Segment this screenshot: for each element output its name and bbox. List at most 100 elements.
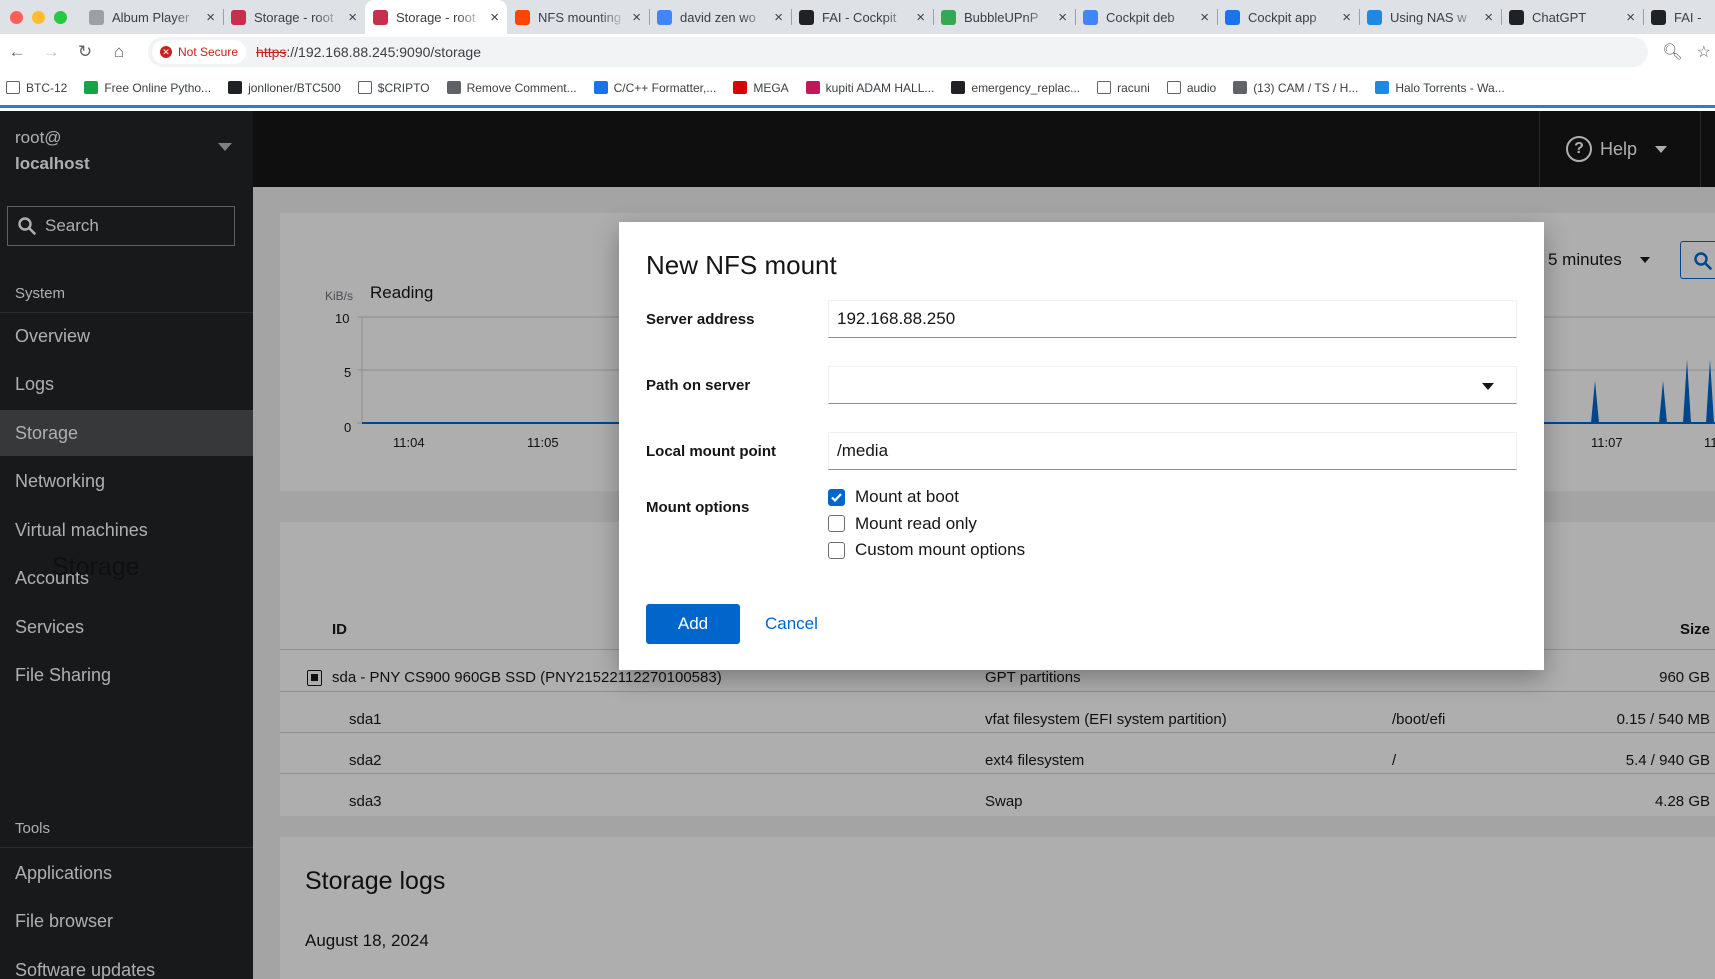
- url-scheme: https: [256, 44, 287, 60]
- bookmark-label: audio: [1186, 80, 1217, 95]
- browser-tab[interactable]: Storage - root ×: [223, 0, 365, 34]
- maximize-window-button[interactable]: [54, 10, 67, 24]
- close-tab-icon[interactable]: ×: [1484, 9, 1493, 26]
- back-icon[interactable]: ←: [0, 42, 34, 62]
- bookmark-label: MEGA: [753, 80, 789, 95]
- mount-option-checkbox[interactable]: Mount read only: [828, 514, 977, 534]
- bookmark-item[interactable]: Remove Comment...: [446, 81, 577, 95]
- close-window-button[interactable]: [10, 10, 23, 24]
- browser-tab[interactable]: FAI -×: [1643, 0, 1715, 34]
- tab-favicon-icon: [373, 9, 388, 25]
- tab-title: BubbleUPnP: [964, 9, 1039, 25]
- close-tab-icon[interactable]: ×: [1626, 9, 1635, 26]
- browser-tab[interactable]: BubbleUPnP ×: [933, 0, 1075, 34]
- close-tab-icon[interactable]: ×: [490, 9, 499, 26]
- folder-icon: [1097, 81, 1112, 94]
- close-tab-icon[interactable]: ×: [774, 9, 783, 26]
- bookmark-favicon-icon: [951, 81, 966, 94]
- tab-title: FAI - Cockpit: [822, 9, 897, 25]
- close-tab-icon[interactable]: ×: [632, 9, 641, 26]
- browser-tab-strip: Album Player × Storage - root × Storage - ro…: [0, 0, 1715, 34]
- close-tab-icon[interactable]: ×: [206, 9, 215, 26]
- close-tab-icon[interactable]: ×: [1058, 9, 1067, 26]
- bookmark-label: Free Online Pytho...: [104, 80, 212, 95]
- bookmark-item[interactable]: jonlloner/BTC500: [228, 81, 341, 95]
- checkbox-icon[interactable]: [828, 541, 845, 559]
- zoom-icon[interactable]: 🔍︎: [1662, 42, 1682, 62]
- bookmark-label: jonlloner/BTC500: [248, 80, 341, 95]
- close-tab-icon[interactable]: ×: [348, 9, 357, 26]
- dialog-title: New NFS mount: [646, 250, 837, 280]
- bookmark-item[interactable]: BTC-12: [6, 81, 67, 95]
- tab-title: david zen wo: [680, 9, 756, 25]
- server-address-input[interactable]: 192.168.88.250: [828, 300, 1517, 338]
- tab-favicon-icon: [231, 9, 246, 25]
- bookmark-item[interactable]: $CRIPTO: [357, 80, 430, 95]
- path-on-server-select[interactable]: [828, 366, 1517, 404]
- bookmark-favicon-icon: [1375, 81, 1390, 94]
- checkbox-icon[interactable]: [828, 515, 845, 532]
- browser-tab[interactable]: david zen wo ×: [649, 0, 791, 34]
- add-button[interactable]: Add: [646, 604, 740, 644]
- local-mount-point-label: Local mount point: [646, 443, 776, 460]
- browser-tab[interactable]: NFS mounting ×: [507, 0, 649, 34]
- mount-option-checkbox[interactable]: Mount at boot: [828, 487, 959, 507]
- forward-icon[interactable]: →: [34, 42, 68, 62]
- close-tab-icon[interactable]: ×: [1342, 9, 1351, 26]
- mount-option-label: Custom mount options: [855, 540, 1026, 559]
- tab-favicon-icon: [799, 9, 814, 25]
- bookmark-favicon-icon: [805, 81, 820, 94]
- window-controls: [0, 0, 81, 34]
- security-indicator[interactable]: ✕ Not Secure: [152, 40, 247, 64]
- server-address-label: Server address: [646, 311, 755, 328]
- bookmark-label: emergency_replac...: [971, 80, 1081, 95]
- tab-favicon-icon: [1509, 9, 1524, 25]
- mount-option-label: Mount read only: [855, 513, 977, 533]
- bookmark-item[interactable]: audio: [1166, 80, 1217, 95]
- home-icon[interactable]: ⌂: [102, 42, 136, 62]
- tab-title: Storage - root: [396, 9, 476, 25]
- minimize-window-button[interactable]: [32, 10, 45, 24]
- mount-option-label: Mount at boot: [855, 487, 959, 506]
- bookmark-label: (13) CAM / TS / H...: [1253, 80, 1359, 95]
- bookmark-item[interactable]: emergency_replac...: [951, 81, 1080, 95]
- tab-title: FAI -: [1674, 9, 1702, 25]
- browser-tab[interactable]: FAI - Cockpit ×: [791, 0, 933, 34]
- bookmark-favicon-icon: [1233, 81, 1248, 94]
- tab-title: Storage - root: [254, 9, 334, 25]
- bookmark-item[interactable]: Free Online Pytho...: [84, 81, 211, 95]
- local-mount-point-input[interactable]: /media: [828, 432, 1517, 470]
- url-path: ://192.168.88.245:9090/storage: [286, 44, 481, 60]
- bookmark-item[interactable]: (13) CAM / TS / H...: [1233, 81, 1358, 95]
- bookmark-favicon-icon: [228, 81, 243, 94]
- close-tab-icon[interactable]: ×: [1200, 9, 1209, 26]
- mount-options-label: Mount options: [646, 499, 750, 516]
- browser-tab[interactable]: Cockpit deb ×: [1075, 0, 1217, 34]
- url-field[interactable]: ✕ Not Secure https://192.168.88.245:9090…: [148, 37, 1648, 67]
- tab-favicon-icon: [1083, 9, 1098, 25]
- mount-option-checkbox[interactable]: Custom mount options: [828, 540, 1025, 560]
- browser-tab[interactable]: Cockpit app ×: [1217, 0, 1359, 34]
- bookmark-item[interactable]: kupiti ADAM HALL...: [805, 81, 934, 95]
- tab-title: NFS mounting: [538, 9, 622, 25]
- bookmark-item[interactable]: Halo Torrents - Wa...: [1375, 81, 1505, 95]
- bookmark-item[interactable]: MEGA: [733, 80, 789, 95]
- cancel-button[interactable]: Cancel: [765, 604, 818, 644]
- browser-tab[interactable]: ChatGPT ×: [1501, 0, 1643, 34]
- reload-icon[interactable]: ↻: [68, 42, 102, 62]
- bookmark-label: racuni: [1117, 80, 1150, 95]
- tab-favicon-icon: [941, 9, 956, 25]
- tab-favicon-icon: [1367, 9, 1382, 25]
- browser-tab[interactable]: Storage - root ×: [365, 0, 507, 34]
- browser-tab[interactable]: Using NAS w ×: [1359, 0, 1501, 34]
- bookmark-favicon-icon: [733, 81, 748, 94]
- bookmark-star-icon[interactable]: ☆: [1697, 42, 1711, 62]
- checkmark-icon[interactable]: [828, 488, 845, 506]
- bookmark-item[interactable]: C/C++ Formatter,...: [593, 81, 716, 95]
- bookmark-item[interactable]: racuni: [1097, 81, 1150, 95]
- browser-tab[interactable]: Album Player ×: [81, 0, 223, 34]
- bookmark-label: $CRIPTO: [377, 80, 430, 95]
- tab-title: Using NAS w: [1390, 9, 1467, 25]
- close-tab-icon[interactable]: ×: [916, 9, 925, 26]
- bookmark-label: BTC-12: [26, 80, 68, 95]
